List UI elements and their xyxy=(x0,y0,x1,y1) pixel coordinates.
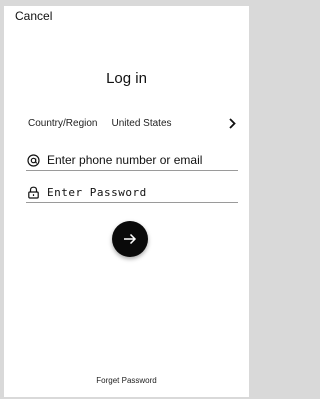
region-value: United States xyxy=(111,117,172,129)
at-sign-icon xyxy=(26,153,40,167)
arrow-right-icon xyxy=(123,233,137,245)
submit-button[interactable] xyxy=(112,221,148,257)
lock-icon xyxy=(26,185,40,199)
cancel-button[interactable]: Cancel xyxy=(15,9,52,23)
login-screen: Cancel Log in Country/Region United Stat… xyxy=(4,6,249,397)
phone-email-field xyxy=(26,150,238,171)
password-field xyxy=(26,182,238,203)
page-title: Log in xyxy=(106,70,147,87)
password-input[interactable] xyxy=(47,185,238,199)
phone-email-input[interactable] xyxy=(47,153,238,167)
country-region-selector[interactable]: Country/Region United States xyxy=(28,114,237,132)
region-label: Country/Region xyxy=(28,117,98,129)
chevron-right-icon xyxy=(227,116,237,130)
forget-password-link[interactable]: Forget Password xyxy=(4,376,249,385)
